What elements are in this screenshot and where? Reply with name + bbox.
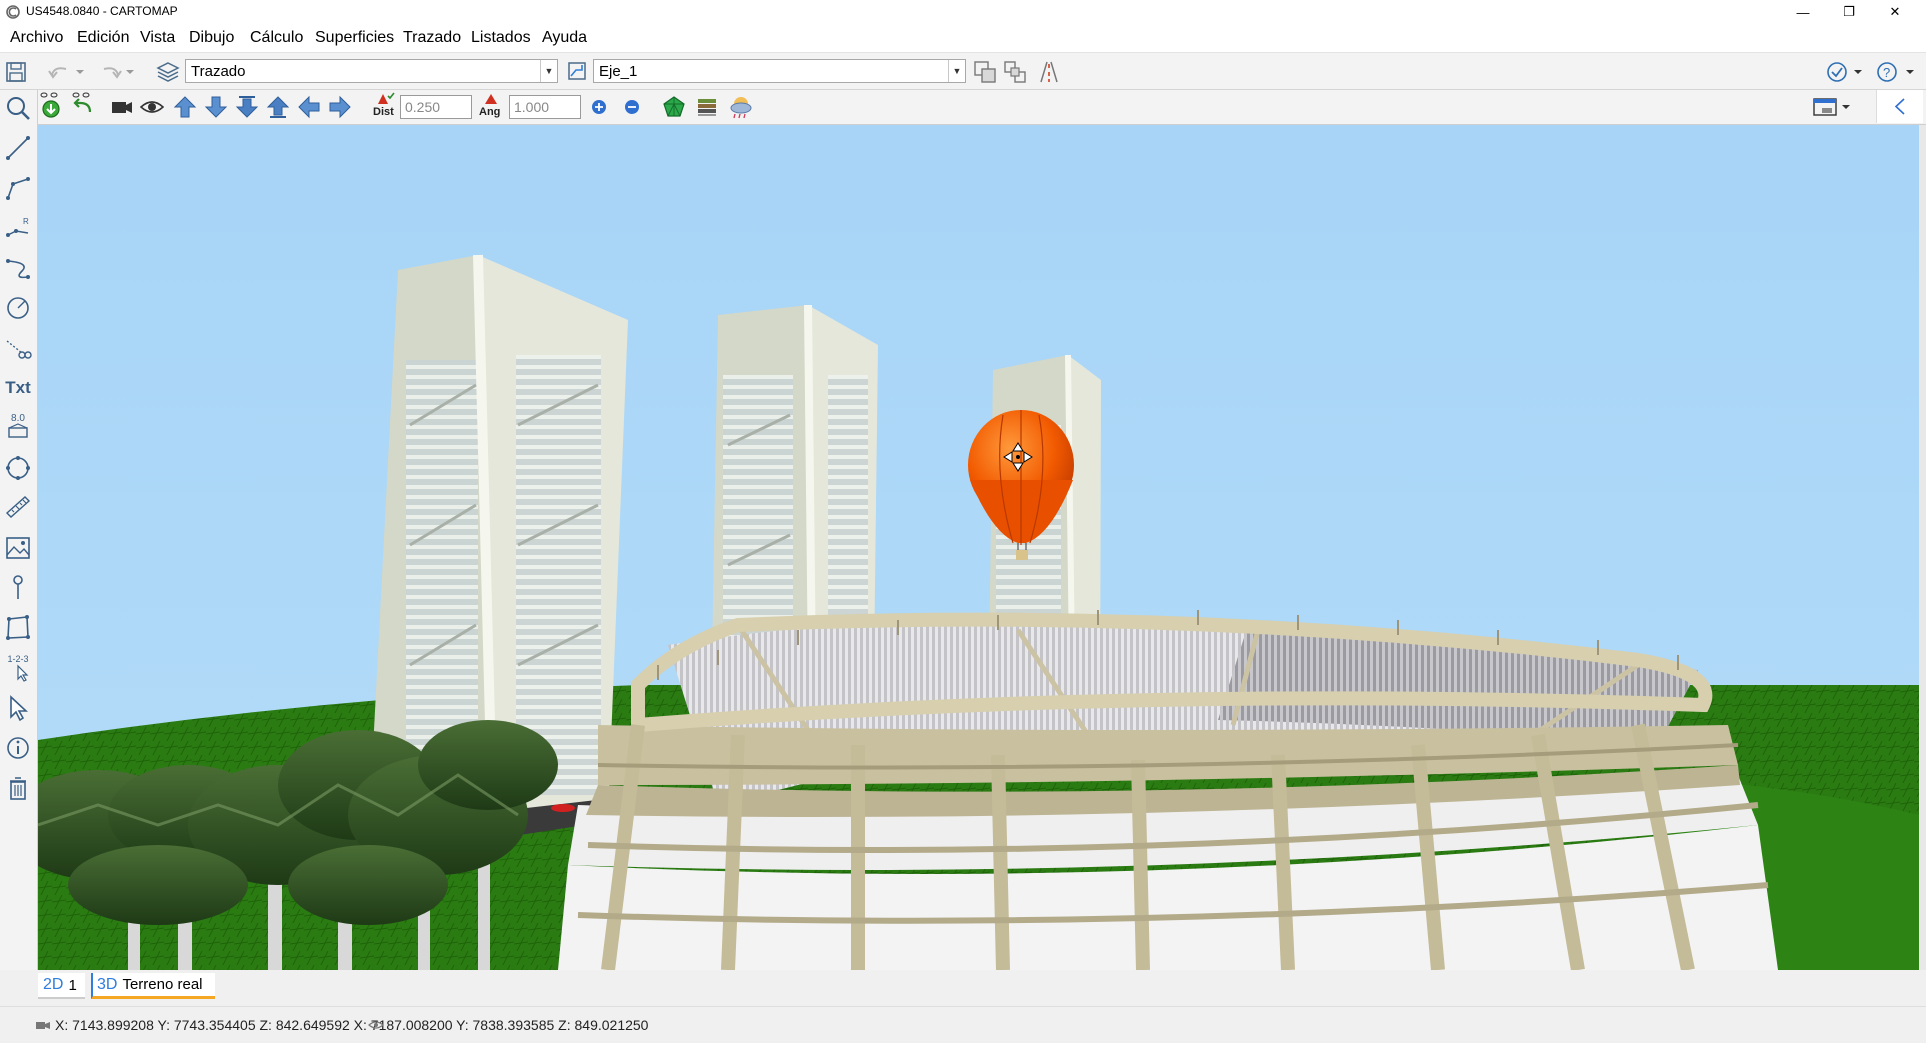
- check-dropdown-icon[interactable]: [1826, 61, 1866, 83]
- minimize-button[interactable]: —: [1780, 0, 1826, 24]
- viewport-3d[interactable]: [38, 125, 1919, 970]
- redo-icon[interactable]: [96, 63, 138, 81]
- decrease-icon[interactable]: [624, 99, 640, 115]
- point-tool-icon[interactable]: [4, 573, 32, 603]
- dist-label: Dist: [373, 106, 394, 118]
- chevron-down-icon[interactable]: ▼: [540, 60, 557, 82]
- line-tool-icon[interactable]: [4, 133, 32, 163]
- level-tool[interactable]: 8.0: [4, 413, 32, 443]
- chevron-left-icon: [1894, 98, 1905, 115]
- coordinates-readout: X: 7143.899208 Y: 7743.354405 Z: 842.649…: [55, 1017, 649, 1033]
- menu-trazado[interactable]: Trazado: [403, 29, 461, 47]
- help-dropdown-icon[interactable]: ?: [1876, 61, 1918, 83]
- distance-icon: [378, 92, 395, 104]
- move-up-icon[interactable]: [266, 95, 290, 119]
- cross-select-icon[interactable]: [1002, 59, 1028, 85]
- polyline-tool-icon[interactable]: [4, 173, 32, 203]
- arrow-up-icon[interactable]: [173, 95, 197, 119]
- dist-input[interactable]: 0.250: [400, 95, 472, 119]
- main-toolbar: Trazado ▼ Eje_1 ▼ ?: [0, 53, 1926, 90]
- status-bar: X: 7143.899208 Y: 7743.354405 Z: 842.649…: [0, 1006, 1926, 1043]
- stadium: [558, 610, 1778, 970]
- pointer-icon: [17, 664, 29, 682]
- tab-2d-1[interactable]: 2D 1: [38, 973, 85, 999]
- tab-3d-label: Terreno real: [122, 976, 203, 993]
- ang-input[interactable]: 1.000: [509, 95, 581, 119]
- measure-tool-icon[interactable]: [4, 493, 32, 523]
- window-select-icon[interactable]: [972, 59, 998, 85]
- eye-icon[interactable]: [140, 96, 164, 118]
- curve-tool-icon[interactable]: [4, 253, 32, 283]
- menu-edicion[interactable]: Edición: [77, 29, 129, 47]
- trash-icon[interactable]: [4, 773, 32, 803]
- arrow-right-icon[interactable]: [328, 95, 352, 119]
- image-tool-icon[interactable]: [4, 533, 32, 563]
- menu-vista[interactable]: Vista: [140, 29, 175, 47]
- terrain-mesh-icon[interactable]: [662, 95, 686, 119]
- layer-combo[interactable]: Trazado ▼: [185, 59, 558, 83]
- viewport-scrollbar[interactable]: [1919, 125, 1926, 970]
- view3d-toolbar: Dist 0.250 Ang 1.000: [38, 90, 1926, 125]
- scene-render: [38, 125, 1919, 970]
- road-section-icon[interactable]: [1036, 59, 1062, 85]
- axis-combo[interactable]: Eje_1 ▼: [593, 59, 966, 83]
- menu-bar: Archivo Edición Vista Dibujo Cálculo Sup…: [0, 24, 1926, 53]
- eye-position-icon: [368, 1021, 384, 1029]
- polygon-tool-icon[interactable]: [4, 453, 32, 483]
- numbering-tool[interactable]: 1-2-3: [4, 653, 32, 683]
- window-title: US4548.0840 - CARTOMAP: [26, 4, 178, 18]
- arrow-down-icon[interactable]: [204, 95, 228, 119]
- tab-3d-terreno-real[interactable]: 3D Terreno real: [91, 973, 215, 999]
- select-arrow-icon[interactable]: [4, 693, 32, 723]
- level-icon: [8, 423, 28, 438]
- cartomap-logo-icon: [6, 5, 20, 19]
- axis-combo-value: Eje_1: [599, 63, 638, 80]
- save-icon[interactable]: [5, 61, 27, 83]
- numbering-tool-label: 1-2-3: [7, 654, 29, 664]
- radius-tool-icon[interactable]: R: [4, 213, 32, 243]
- collapse-panel-button[interactable]: [1876, 90, 1923, 123]
- view-tabs: 2D 1 3D Terreno real: [38, 970, 1926, 1006]
- increase-icon[interactable]: [591, 99, 607, 115]
- restore-button[interactable]: ❐: [1826, 0, 1872, 24]
- move-down-icon[interactable]: [235, 95, 259, 119]
- view-layout-icon[interactable]: [1812, 96, 1854, 118]
- tab-2d-label: 1: [68, 976, 77, 994]
- offset-tool-icon[interactable]: [4, 333, 32, 363]
- weather-icon[interactable]: [728, 94, 754, 120]
- menu-calculo[interactable]: Cálculo: [250, 29, 303, 47]
- zoom-icon[interactable]: [4, 93, 32, 123]
- close-button[interactable]: ✕: [1872, 0, 1918, 24]
- orbit-view-icon[interactable]: [38, 90, 66, 122]
- menu-superficies[interactable]: Superficies: [315, 29, 394, 47]
- tab-3d-dim: 3D: [97, 975, 118, 993]
- layers-icon[interactable]: [156, 60, 180, 82]
- texture-layers-icon[interactable]: [696, 96, 718, 118]
- rectangle-tool-icon[interactable]: [4, 613, 32, 643]
- drawing-tools-sidebar: R Txt 8.0 1-2-3: [0, 90, 38, 970]
- angle-icon: [485, 94, 497, 104]
- circle-tool-icon[interactable]: [4, 293, 32, 323]
- menu-dibujo[interactable]: Dibujo: [189, 29, 234, 47]
- alignment-axis-icon[interactable]: [566, 60, 588, 82]
- tab-2d-dim: 2D: [43, 976, 64, 993]
- camera-position-icon: [36, 1022, 50, 1029]
- undo-icon[interactable]: [46, 63, 88, 81]
- arrow-left-icon[interactable]: [297, 95, 321, 119]
- info-icon[interactable]: [4, 733, 32, 763]
- svg-text:?: ?: [1883, 65, 1890, 80]
- camera-icon[interactable]: [110, 96, 134, 118]
- menu-listados[interactable]: Listados: [471, 29, 531, 47]
- title-bar: US4548.0840 - CARTOMAP — ❐ ✕: [0, 0, 1926, 24]
- reset-view-icon[interactable]: [70, 90, 98, 122]
- chevron-down-icon[interactable]: ▼: [948, 60, 965, 82]
- text-tool-icon[interactable]: Txt: [4, 373, 32, 403]
- layer-combo-value: Trazado: [191, 63, 246, 80]
- menu-archivo[interactable]: Archivo: [10, 29, 63, 47]
- svg-text:R: R: [23, 217, 29, 226]
- menu-ayuda[interactable]: Ayuda: [542, 29, 587, 47]
- ang-label: Ang: [479, 106, 501, 118]
